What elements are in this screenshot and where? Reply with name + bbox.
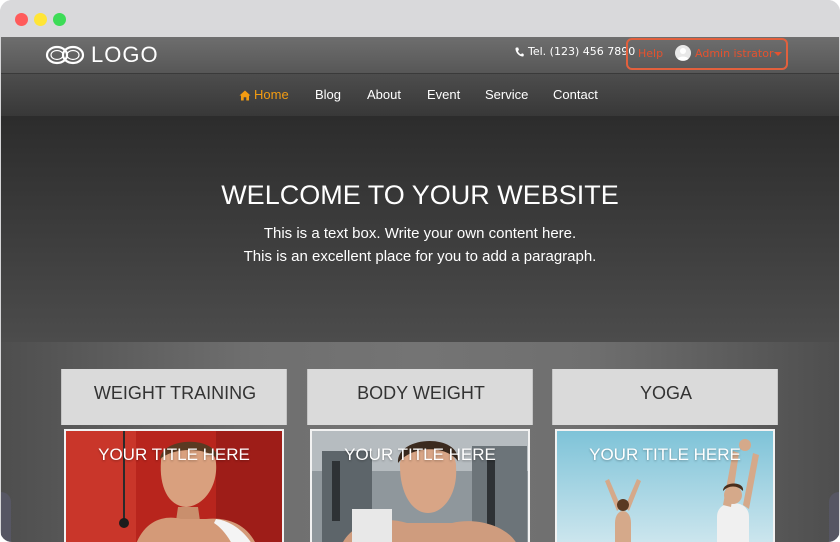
card-header: BODY WEIGHT [307, 369, 533, 425]
logo-text: LOGO [91, 42, 159, 67]
nav-item-home[interactable]: Home [239, 87, 289, 103]
card-title: WEIGHT TRAINING [93, 383, 257, 403]
card-image-title: YOUR TITLE HERE [98, 445, 250, 464]
service-card-weight-training[interactable]: WEIGHT TRAINING YOUR TITLE HERE [61, 369, 287, 542]
service-card-body-weight[interactable]: BODY WEIGHT YOUR TITLE HERE [307, 369, 533, 542]
card-image-title: YOUR TITLE HERE [344, 445, 496, 464]
nav-item-label: Home [254, 87, 289, 102]
services-section: WEIGHT TRAINING YOUR TITLE HERE BODY WEI… [1, 342, 839, 542]
chevron-down-icon[interactable] [774, 52, 782, 56]
nav-item-about[interactable]: About [367, 87, 401, 103]
nav-item-service[interactable]: Service [485, 87, 528, 103]
phone-number: Tel. (123) 456 7890 [528, 45, 636, 58]
hero-banner: WELCOME TO YOUR WEBSITE This is a text b… [1, 116, 839, 342]
card-image-title: YOUR TITLE HERE [589, 445, 741, 464]
browser-window: LOGO Tel. (123) 456 7890 Help Admin istr… [0, 0, 840, 542]
nav-item-blog[interactable]: Blog [315, 87, 341, 103]
card-image-weight-training[interactable]: YOUR TITLE HERE [64, 429, 284, 542]
service-card-yoga[interactable]: YOGA YOUR TITLE HERE [552, 369, 778, 542]
user-menu: Help Admin istrator [626, 38, 788, 70]
nav-item-contact[interactable]: Contact [553, 87, 598, 103]
card-image-yoga[interactable]: YOUR TITLE HERE [555, 429, 775, 542]
section-edge-decoration [1, 492, 11, 542]
infinity-logo-icon [45, 45, 85, 65]
window-titlebar [0, 0, 840, 37]
avatar-icon[interactable] [675, 45, 691, 61]
hero-paragraph-line: This is a text box. Write your own conte… [263, 225, 577, 242]
user-dropdown-label[interactable]: Admin istrator [695, 47, 773, 61]
card-header: WEIGHT TRAINING [61, 369, 287, 425]
home-icon [239, 90, 251, 100]
close-window-button[interactable] [15, 13, 28, 26]
card-header: YOGA [552, 369, 778, 425]
maximize-window-button[interactable] [53, 13, 66, 26]
card-title: BODY WEIGHT [357, 383, 485, 403]
main-navigation: Home Blog About Event Service Contact [1, 73, 839, 116]
card-image-body-weight[interactable]: YOUR TITLE HERE [310, 429, 530, 542]
site-top-bar: LOGO Tel. (123) 456 7890 Help Admin istr… [1, 37, 839, 73]
site-logo[interactable]: LOGO [45, 43, 159, 67]
section-edge-decoration [829, 492, 839, 542]
phone-icon [515, 47, 524, 57]
nav-item-event[interactable]: Event [427, 87, 460, 103]
contact-phone: Tel. (123) 456 7890 [515, 45, 635, 59]
minimize-window-button[interactable] [34, 13, 47, 26]
hero-title: WELCOME TO YOUR WEBSITE [221, 180, 619, 210]
help-link[interactable]: Help [638, 47, 663, 61]
card-title: YOGA [639, 383, 692, 403]
hero-paragraph-line: This is an excellent place for you to ad… [243, 248, 597, 265]
